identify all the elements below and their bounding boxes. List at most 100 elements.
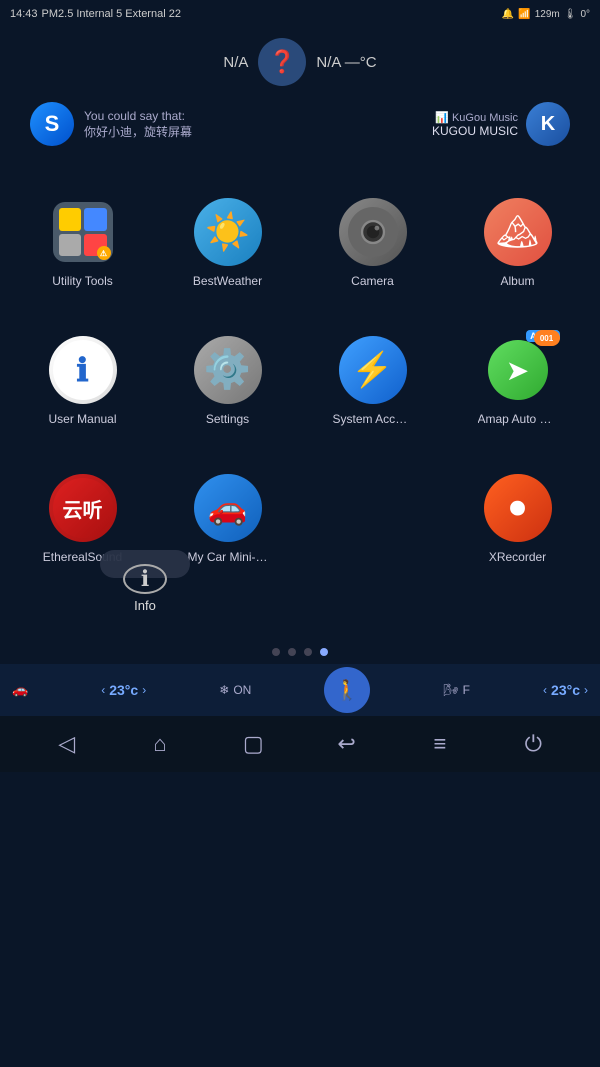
right-left-chevron: ‹ [543, 683, 547, 697]
app-item-system-accel[interactable]: ⚡ System Accelerati... [300, 322, 445, 440]
amap-circle: ➤ [488, 340, 548, 400]
status-time: 14:43 [10, 8, 38, 20]
wifi-icon: 📶 [518, 9, 530, 20]
app-item-utility-tools[interactable]: ⚠ Utility Tools [10, 184, 155, 302]
app-icon-settings: ⚙️ [194, 336, 262, 404]
bottom-controls: 🚗 ‹ 23°c › ❄ ON 🚶 🌬 F ‹ 23°c › [0, 664, 600, 716]
page-dot-2[interactable] [288, 648, 296, 656]
voice-icon: S [30, 102, 74, 146]
fan-icon: ❄ [219, 683, 229, 697]
page-dot-3[interactable] [304, 648, 312, 656]
ctrl-fan[interactable]: ❄ ON [219, 683, 251, 697]
ethereal-circle: 云听 [53, 478, 113, 538]
weather-question: ❓ [269, 49, 296, 75]
right-right-chevron: › [584, 683, 588, 697]
music-label: KUGOU MUSIC [432, 124, 518, 138]
power-icon: ⏻ [525, 731, 542, 757]
info-popup-icon: ℹ [123, 564, 167, 594]
manual-circle: ℹ [53, 340, 113, 400]
voice-prompt: You could say that: [84, 109, 192, 123]
app-icon-album: 🏔 [484, 198, 552, 266]
home-icon: ⌂ [153, 731, 166, 757]
app-item-xrecorder[interactable]: ⏺ XRecorder [445, 460, 590, 578]
utility-cell-2 [84, 208, 107, 231]
menu-icon: ≡ [434, 731, 447, 757]
notification-icon: 🔔 [502, 9, 514, 20]
app-item-best-weather[interactable]: ☀️ BestWeather [155, 184, 300, 302]
music-letter: K [541, 113, 555, 136]
app-label-album: Album [500, 274, 534, 288]
music-info: 📊 KuGou Music KUGOU MUSIC [432, 111, 518, 138]
temp-icon: 🌡 [564, 9, 577, 20]
app-label-xrecorder: XRecorder [489, 550, 546, 564]
app-icon-system-accel: ⚡ [339, 336, 407, 404]
app-grid-row3: 云听 EtherealSound 🚗 My Car Mini-App ℹ Inf… [0, 450, 600, 588]
voice-letter: S [45, 111, 60, 137]
music-bar-icon: 📊 KuGou Music [432, 111, 518, 124]
car-icon: 🚗 [12, 682, 28, 698]
app-label-amap: Amap Auto Custom [478, 412, 558, 426]
status-left: 14:43 PM2.5 Internal 5 External 22 [10, 8, 181, 20]
weather-left: N/A [223, 54, 248, 71]
app-label-settings: Settings [206, 412, 249, 426]
nav-share-btn[interactable]: ↩ [325, 722, 369, 766]
weather-row: N/A ❓ N/A —°C [0, 38, 600, 86]
app-item-camera[interactable]: Camera [300, 184, 445, 302]
battery-info: 129m [535, 9, 560, 20]
amap-badge: 001 [534, 330, 560, 346]
nav-home-btn[interactable]: ⌂ [138, 722, 182, 766]
app-item-empty [300, 460, 445, 578]
app-icon-best-weather: ☀️ [194, 198, 262, 266]
status-media: PM2.5 Internal 5 External 22 [42, 8, 181, 20]
info-popup: ℹ Info [100, 550, 190, 578]
info-icon: ℹ [141, 566, 149, 592]
app-icon-utility-tools: ⚠ [49, 198, 117, 266]
ctrl-car-btn[interactable]: 🚗 [12, 682, 28, 698]
app-label-system-accel: System Accelerati... [333, 412, 413, 426]
app-grid-row2: ℹ User Manual ⚙️ Settings ⚡ System Accel… [0, 312, 600, 450]
nav-power-btn[interactable]: ⏻ [511, 722, 555, 766]
share-icon: ↩ [337, 731, 355, 757]
app-label-my-car: My Car Mini-App [188, 550, 268, 564]
nav-menu-btn[interactable]: ≡ [418, 722, 462, 766]
app-icon-camera [339, 198, 407, 266]
ctrl-heat[interactable]: 🌬 F [443, 683, 470, 697]
voice-command: 你好小迪，旋转屏幕 [84, 123, 192, 140]
music-section: 📊 KuGou Music KUGOU MUSIC K [432, 102, 570, 146]
left-chevron: ‹ [101, 683, 105, 697]
status-bar: 14:43 PM2.5 Internal 5 External 22 🔔 📶 1… [0, 0, 600, 28]
utility-badge: ⚠ [97, 246, 111, 260]
app-icon-user-manual: ℹ [49, 336, 117, 404]
info-popup-label: Info [134, 598, 156, 613]
degree-val: 0° [580, 9, 590, 20]
ctrl-center-btn[interactable]: 🚶 [324, 667, 370, 713]
weather-icon: ❓ [258, 38, 306, 86]
fan-label: ON [233, 683, 251, 697]
app-item-settings[interactable]: ⚙️ Settings [155, 322, 300, 440]
weather-right: N/A —°C [316, 54, 376, 71]
app-grid-row1: ⚠ Utility Tools ☀️ BestWeather Camera 🏔 [0, 174, 600, 312]
utility-cell-1 [59, 208, 82, 231]
utility-inner: ⚠ [53, 202, 113, 262]
music-icon[interactable]: K [526, 102, 570, 146]
info-bar: S You could say that: 你好小迪，旋转屏幕 📊 KuGou … [10, 94, 590, 154]
app-icon-ethereal-sound: 云听 [49, 474, 117, 542]
app-item-my-car[interactable]: 🚗 My Car Mini-App ℹ Info [155, 460, 300, 578]
status-right: 🔔 📶 129m 🌡 0° [502, 9, 590, 20]
recent-icon: ▢ [243, 731, 264, 757]
app-label-utility-tools: Utility Tools [52, 274, 112, 288]
app-label-camera: Camera [351, 274, 394, 288]
camera-svg [348, 207, 398, 257]
heat-label: F [463, 683, 470, 697]
ctrl-left-temp[interactable]: ‹ 23°c › [101, 682, 146, 698]
page-dot-4[interactable] [320, 648, 328, 656]
nav-recent-btn[interactable]: ▢ [231, 722, 275, 766]
person-icon: 🚶 [335, 678, 360, 703]
app-item-user-manual[interactable]: ℹ User Manual [10, 322, 155, 440]
right-temp-val: 23°c [551, 682, 580, 698]
app-item-album[interactable]: 🏔 Album [445, 184, 590, 302]
nav-back-btn[interactable]: ◁ [45, 722, 89, 766]
app-item-amap[interactable]: ➤ AUTO 001 Amap Auto Custom [445, 322, 590, 440]
page-dot-1[interactable] [272, 648, 280, 656]
ctrl-right-temp[interactable]: ‹ 23°c › [543, 682, 588, 698]
